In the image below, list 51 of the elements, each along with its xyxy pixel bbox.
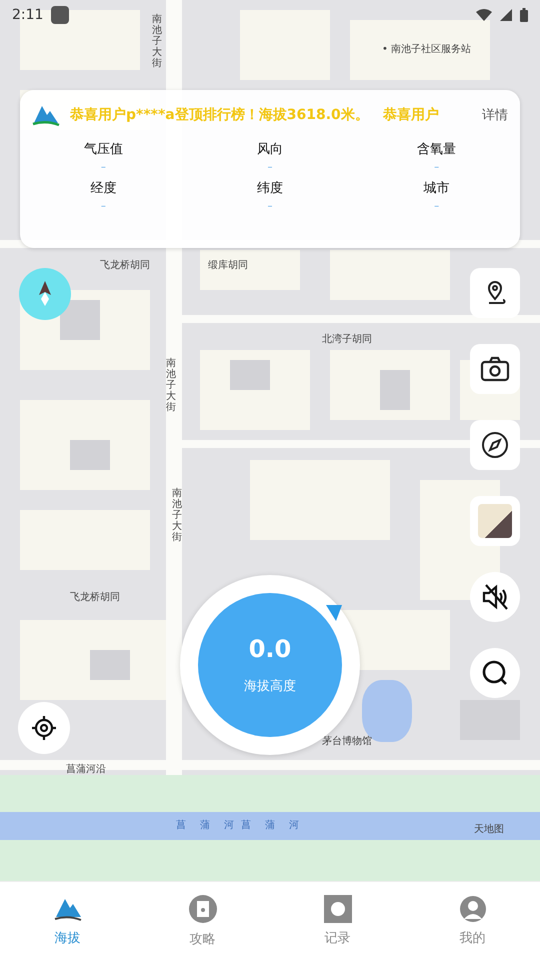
map-label: 飞龙桥胡同 xyxy=(100,258,150,272)
map-label: • 南池子社区服务站 xyxy=(382,42,472,56)
signal-icon xyxy=(500,9,512,21)
search-icon xyxy=(481,659,509,687)
tab[interactable]: 攻略 xyxy=(135,882,270,960)
compass-icon xyxy=(481,431,509,459)
stat-value: – xyxy=(100,162,106,173)
stat-value: – xyxy=(434,201,440,212)
map-label: 茅台博物馆 xyxy=(322,734,372,748)
marquee-text: 恭喜用户p****a登顶排行榜！海拔3618.0米。 恭喜用户 xyxy=(70,106,440,124)
map-label: 北湾子胡同 xyxy=(322,332,372,346)
stat-label: 含氧量 xyxy=(417,141,456,158)
tab[interactable]: 我的 xyxy=(405,882,540,960)
notification-icon xyxy=(51,6,70,24)
wifi-icon xyxy=(476,9,492,21)
map-label: 南池子大街 xyxy=(166,358,176,413)
mute-icon xyxy=(480,582,510,612)
map-label: 天地图 xyxy=(474,822,504,836)
stat-value: – xyxy=(100,201,106,212)
map-label: 缎库胡同 xyxy=(208,258,248,272)
map-layer-button[interactable] xyxy=(470,496,520,546)
camera-icon xyxy=(480,356,510,382)
stat-label: 纬度 xyxy=(256,180,283,197)
compass-button[interactable] xyxy=(470,420,520,470)
map-label: 南池子大街 xyxy=(172,488,182,543)
altitude-label: 海拔高度 xyxy=(244,678,296,695)
tab[interactable]: 记录 xyxy=(270,882,405,960)
stat-value: – xyxy=(267,201,272,212)
map-label: 飞龙桥胡同 xyxy=(70,590,120,604)
altitude-value: 0.0 xyxy=(248,635,292,663)
map-label: 菖 蒲 河 菖 蒲 河 xyxy=(176,818,302,832)
details-link[interactable]: 详情 xyxy=(482,106,508,124)
stat-value: – xyxy=(267,162,272,173)
guide-icon xyxy=(188,894,218,924)
tab[interactable]: 海拔 xyxy=(0,882,135,960)
camera-button[interactable] xyxy=(470,344,520,394)
stat-value: – xyxy=(434,162,440,173)
battery-icon xyxy=(520,8,528,22)
stat-label: 风向 xyxy=(256,141,283,158)
stat-label: 城市 xyxy=(424,180,450,197)
stat-label: 气压值 xyxy=(84,141,123,158)
record-icon xyxy=(324,895,352,923)
user-icon xyxy=(458,895,486,923)
map-label: 菖蒲河沿 xyxy=(66,762,106,776)
status-time: 2:11 xyxy=(12,7,44,23)
triangle-marker-icon xyxy=(326,605,342,621)
route-pin-button[interactable] xyxy=(470,268,520,318)
map-thumbnail-icon xyxy=(478,504,512,538)
crosshair-icon xyxy=(30,714,58,742)
stat-label: 经度 xyxy=(90,180,116,197)
map-label: 南池子大街 xyxy=(152,14,162,69)
